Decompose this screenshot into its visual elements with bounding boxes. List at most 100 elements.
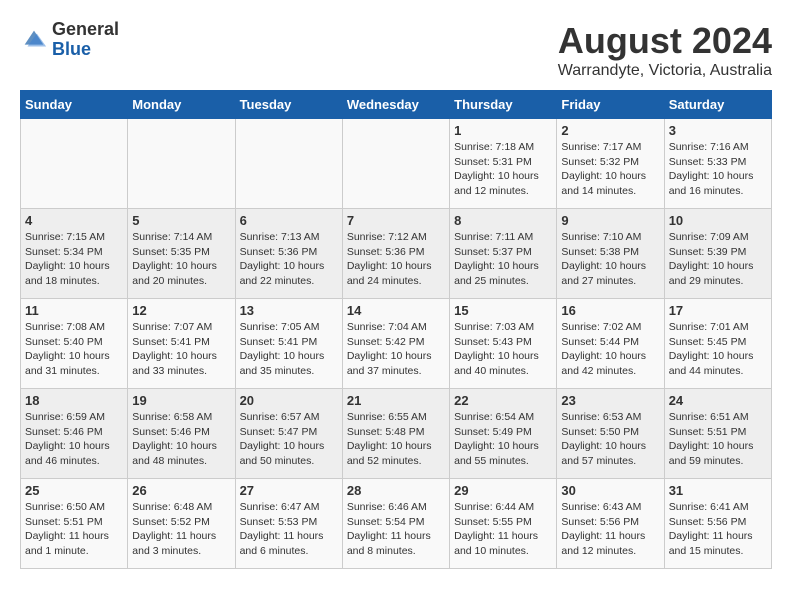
calendar-cell: 24 Sunrise: 6:51 AM Sunset: 5:51 PM Dayli… xyxy=(664,389,771,479)
calendar-cell xyxy=(21,119,128,209)
day-number: 15 xyxy=(454,303,552,318)
day-number: 11 xyxy=(25,303,123,318)
day-number: 31 xyxy=(669,483,767,498)
day-number: 3 xyxy=(669,123,767,138)
day-info: Sunrise: 7:14 AM Sunset: 5:35 PM Dayligh… xyxy=(132,230,230,289)
calendar-cell: 1Sunrise: 7:18 AM Sunset: 5:31 PM Daylig… xyxy=(450,119,557,209)
day-info: Sunrise: 7:16 AM Sunset: 5:33 PM Dayligh… xyxy=(669,140,767,199)
weekday-header-friday: Friday xyxy=(557,91,664,119)
weekday-header-wednesday: Wednesday xyxy=(342,91,449,119)
day-info: Sunrise: 7:01 AM Sunset: 5:45 PM Dayligh… xyxy=(669,320,767,379)
day-number: 29 xyxy=(454,483,552,498)
day-number: 24 xyxy=(669,393,767,408)
calendar-cell: 17 Sunrise: 7:01 AM Sunset: 5:45 PM Dayli… xyxy=(664,299,771,389)
calendar-cell: 28 Sunrise: 6:46 AM Sunset: 5:54 PM Dayli… xyxy=(342,479,449,569)
day-number: 20 xyxy=(240,393,338,408)
day-info: Sunrise: 6:59 AM Sunset: 5:46 PM Dayligh… xyxy=(25,410,123,469)
week-row-4: 18 Sunrise: 6:59 AM Sunset: 5:46 PM Dayli… xyxy=(21,389,772,479)
day-info: Sunrise: 7:11 AM Sunset: 5:37 PM Dayligh… xyxy=(454,230,552,289)
calendar-cell: 12Sunrise: 7:07 AM Sunset: 5:41 PM Dayli… xyxy=(128,299,235,389)
calendar-cell xyxy=(128,119,235,209)
weekday-header-monday: Monday xyxy=(128,91,235,119)
day-info: Sunrise: 7:04 AM Sunset: 5:42 PM Dayligh… xyxy=(347,320,445,379)
day-info: Sunrise: 7:10 AM Sunset: 5:38 PM Dayligh… xyxy=(561,230,659,289)
day-number: 19 xyxy=(132,393,230,408)
calendar-cell: 10 Sunrise: 7:09 AM Sunset: 5:39 PM Dayli… xyxy=(664,209,771,299)
calendar-cell: 26 Sunrise: 6:48 AM Sunset: 5:52 PM Dayli… xyxy=(128,479,235,569)
day-number: 7 xyxy=(347,213,445,228)
day-number: 26 xyxy=(132,483,230,498)
calendar-cell: 27 Sunrise: 6:47 AM Sunset: 5:53 PM Dayli… xyxy=(235,479,342,569)
calendar-cell: 14 Sunrise: 7:04 AM Sunset: 5:42 PM Dayli… xyxy=(342,299,449,389)
day-info: Sunrise: 6:55 AM Sunset: 5:48 PM Dayligh… xyxy=(347,410,445,469)
day-number: 28 xyxy=(347,483,445,498)
page-header: General Blue August 2024 Warrandyte, Vic… xyxy=(20,20,772,80)
week-row-5: 25 Sunrise: 6:50 AM Sunset: 5:51 PM Dayli… xyxy=(21,479,772,569)
weekday-header-tuesday: Tuesday xyxy=(235,91,342,119)
day-info: Sunrise: 6:53 AM Sunset: 5:50 PM Dayligh… xyxy=(561,410,659,469)
day-info: Sunrise: 6:47 AM Sunset: 5:53 PM Dayligh… xyxy=(240,500,338,559)
day-number: 17 xyxy=(669,303,767,318)
calendar-cell: 13Sunrise: 7:05 AM Sunset: 5:41 PM Dayli… xyxy=(235,299,342,389)
weekday-header-thursday: Thursday xyxy=(450,91,557,119)
day-info: Sunrise: 6:50 AM Sunset: 5:51 PM Dayligh… xyxy=(25,500,123,559)
weekday-header-saturday: Saturday xyxy=(664,91,771,119)
logo-blue: Blue xyxy=(52,40,119,60)
day-number: 9 xyxy=(561,213,659,228)
day-info: Sunrise: 7:05 AM Sunset: 5:41 PM Dayligh… xyxy=(240,320,338,379)
day-info: Sunrise: 6:46 AM Sunset: 5:54 PM Dayligh… xyxy=(347,500,445,559)
logo-icon xyxy=(20,26,48,54)
calendar-cell: 19 Sunrise: 6:58 AM Sunset: 5:46 PM Dayli… xyxy=(128,389,235,479)
calendar-cell: 31 Sunrise: 6:41 AM Sunset: 5:56 PM Dayli… xyxy=(664,479,771,569)
calendar-cell: 7 Sunrise: 7:12 AM Sunset: 5:36 PM Daylig… xyxy=(342,209,449,299)
day-info: Sunrise: 7:12 AM Sunset: 5:36 PM Dayligh… xyxy=(347,230,445,289)
calendar-cell: 16Sunrise: 7:02 AM Sunset: 5:44 PM Dayli… xyxy=(557,299,664,389)
week-row-3: 11 Sunrise: 7:08 AM Sunset: 5:40 PM Dayli… xyxy=(21,299,772,389)
weekday-header-sunday: Sunday xyxy=(21,91,128,119)
day-info: Sunrise: 7:09 AM Sunset: 5:39 PM Dayligh… xyxy=(669,230,767,289)
day-info: Sunrise: 6:41 AM Sunset: 5:56 PM Dayligh… xyxy=(669,500,767,559)
day-number: 14 xyxy=(347,303,445,318)
month-title: August 2024 xyxy=(558,20,772,62)
weekday-header-row: SundayMondayTuesdayWednesdayThursdayFrid… xyxy=(21,91,772,119)
calendar-cell: 11 Sunrise: 7:08 AM Sunset: 5:40 PM Dayli… xyxy=(21,299,128,389)
calendar-cell: 30Sunrise: 6:43 AM Sunset: 5:56 PM Dayli… xyxy=(557,479,664,569)
location: Warrandyte, Victoria, Australia xyxy=(558,62,772,80)
calendar-cell: 4 Sunrise: 7:15 AM Sunset: 5:34 PM Daylig… xyxy=(21,209,128,299)
day-info: Sunrise: 7:08 AM Sunset: 5:40 PM Dayligh… xyxy=(25,320,123,379)
calendar-cell: 6 Sunrise: 7:13 AM Sunset: 5:36 PM Daylig… xyxy=(235,209,342,299)
calendar-cell: 8 Sunrise: 7:11 AM Sunset: 5:37 PM Daylig… xyxy=(450,209,557,299)
day-info: Sunrise: 7:02 AM Sunset: 5:44 PM Dayligh… xyxy=(561,320,659,379)
day-number: 6 xyxy=(240,213,338,228)
day-info: Sunrise: 7:15 AM Sunset: 5:34 PM Dayligh… xyxy=(25,230,123,289)
day-number: 2 xyxy=(561,123,659,138)
day-number: 12 xyxy=(132,303,230,318)
calendar-cell: 25 Sunrise: 6:50 AM Sunset: 5:51 PM Dayli… xyxy=(21,479,128,569)
day-info: Sunrise: 6:48 AM Sunset: 5:52 PM Dayligh… xyxy=(132,500,230,559)
day-number: 4 xyxy=(25,213,123,228)
day-number: 23 xyxy=(561,393,659,408)
day-number: 21 xyxy=(347,393,445,408)
calendar-cell: 2Sunrise: 7:17 AM Sunset: 5:32 PM Daylig… xyxy=(557,119,664,209)
day-info: Sunrise: 7:13 AM Sunset: 5:36 PM Dayligh… xyxy=(240,230,338,289)
day-number: 25 xyxy=(25,483,123,498)
day-number: 27 xyxy=(240,483,338,498)
day-info: Sunrise: 6:51 AM Sunset: 5:51 PM Dayligh… xyxy=(669,410,767,469)
day-info: Sunrise: 7:18 AM Sunset: 5:31 PM Dayligh… xyxy=(454,140,552,199)
day-info: Sunrise: 6:43 AM Sunset: 5:56 PM Dayligh… xyxy=(561,500,659,559)
day-number: 8 xyxy=(454,213,552,228)
calendar-cell xyxy=(235,119,342,209)
week-row-2: 4 Sunrise: 7:15 AM Sunset: 5:34 PM Daylig… xyxy=(21,209,772,299)
day-number: 10 xyxy=(669,213,767,228)
logo: General Blue xyxy=(20,20,119,60)
day-number: 5 xyxy=(132,213,230,228)
day-number: 22 xyxy=(454,393,552,408)
calendar-cell: 5 Sunrise: 7:14 AM Sunset: 5:35 PM Daylig… xyxy=(128,209,235,299)
calendar-cell: 15Sunrise: 7:03 AM Sunset: 5:43 PM Dayli… xyxy=(450,299,557,389)
day-info: Sunrise: 6:58 AM Sunset: 5:46 PM Dayligh… xyxy=(132,410,230,469)
calendar-cell: 22Sunrise: 6:54 AM Sunset: 5:49 PM Dayli… xyxy=(450,389,557,479)
calendar-cell: 21 Sunrise: 6:55 AM Sunset: 5:48 PM Dayli… xyxy=(342,389,449,479)
day-info: Sunrise: 6:57 AM Sunset: 5:47 PM Dayligh… xyxy=(240,410,338,469)
calendar-table: SundayMondayTuesdayWednesdayThursdayFrid… xyxy=(20,90,772,569)
day-number: 18 xyxy=(25,393,123,408)
